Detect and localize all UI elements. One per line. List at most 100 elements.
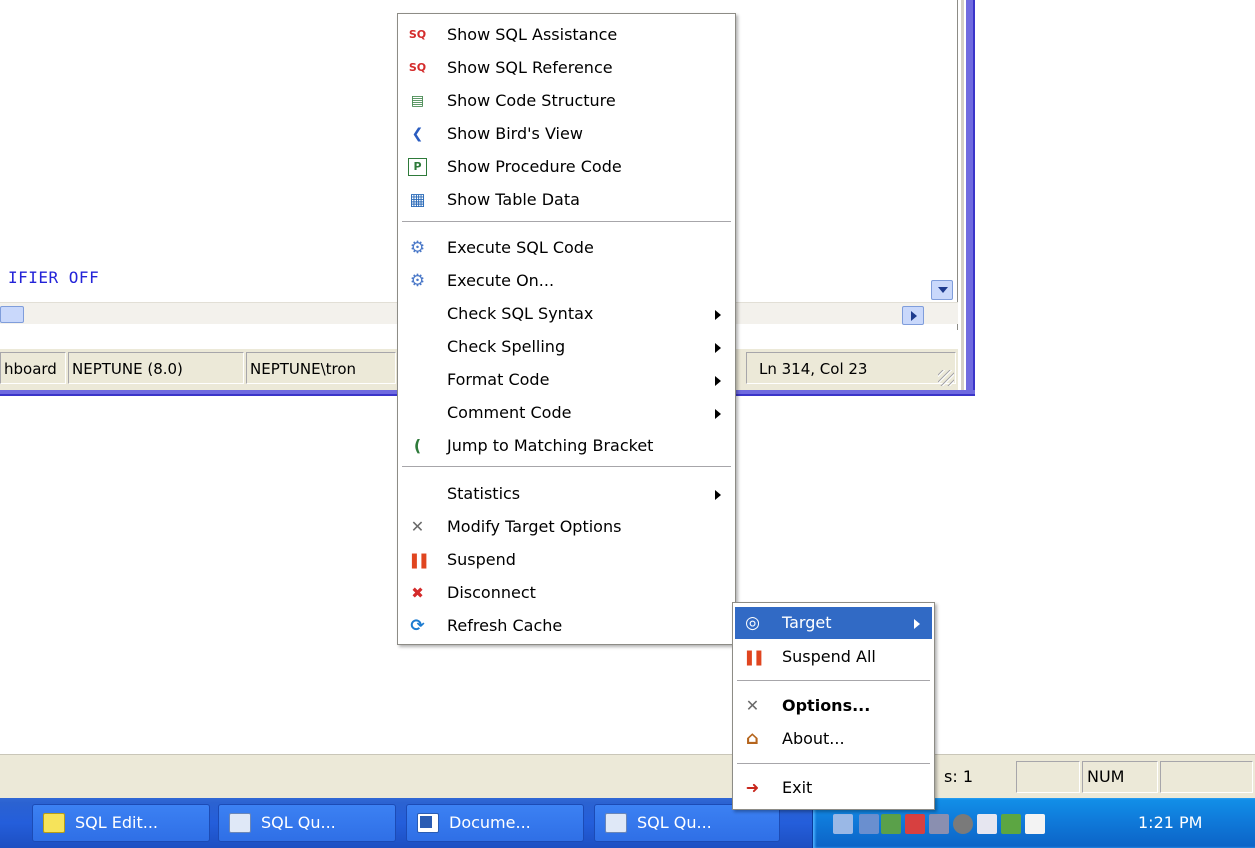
disconnect-icon: ✖ xyxy=(411,584,424,602)
taskbar-button-sql-editor[interactable]: SQL Edit... xyxy=(32,804,210,842)
menu-item-label: Suspend xyxy=(447,550,516,569)
tools-icon: ✕ xyxy=(410,517,425,536)
pause-icon: ❚❚ xyxy=(407,551,430,569)
menu-item-show-table-data[interactable]: ▦ Show Table Data xyxy=(400,184,733,216)
submenu-arrow-icon xyxy=(914,619,920,629)
menu-item-execute-on[interactable]: ⚙ Execute On... xyxy=(400,265,733,297)
menu-item-label: Show Table Data xyxy=(447,190,580,209)
menu-item-check-spelling[interactable]: Check Spelling xyxy=(400,331,733,363)
status-cursor-position: Ln 314, Col 23 xyxy=(746,352,956,384)
menu-separator xyxy=(402,221,731,223)
menu-item-show-code-structure[interactable]: ▤ Show Code Structure xyxy=(400,85,733,117)
sql-tray-icon[interactable] xyxy=(905,814,925,834)
audio-icon[interactable] xyxy=(953,814,973,834)
play-icon[interactable] xyxy=(1001,814,1021,834)
taskbar-button-label: Docume... xyxy=(449,813,531,832)
menu-item-check-sql-syntax[interactable]: Check SQL Syntax xyxy=(400,298,733,330)
menu-item-label: Execute On... xyxy=(447,271,555,290)
menu-item-comment-code[interactable]: Comment Code xyxy=(400,397,733,429)
menu-item-label: Refresh Cache xyxy=(447,616,563,635)
menu-item-label: Modify Target Options xyxy=(447,517,622,536)
scroll-down-button[interactable] xyxy=(931,280,953,300)
tools-icon: ✕ xyxy=(745,696,760,715)
sql-reference-icon: SQ xyxy=(408,61,427,74)
tray-menu-item-target[interactable]: ◎ Target xyxy=(735,607,932,639)
menu-item-label: Options... xyxy=(782,696,871,715)
table-data-icon: ▦ xyxy=(409,190,426,210)
sql-query-icon xyxy=(229,813,251,833)
app-status-bar: s: 1 NUM xyxy=(0,754,1255,798)
taskbar-button-label: SQL Qu... xyxy=(261,813,336,832)
menu-item-refresh-cache[interactable]: ⟳ Refresh Cache xyxy=(400,610,733,642)
volume-muted-icon[interactable] xyxy=(929,814,949,834)
word-icon xyxy=(417,813,439,833)
menu-item-modify-target-options[interactable]: ✕ Modify Target Options xyxy=(400,511,733,543)
pen-icon[interactable] xyxy=(977,814,997,834)
chevron-down-icon xyxy=(938,287,948,293)
menu-item-show-procedure-code[interactable]: P Show Procedure Code xyxy=(400,151,733,183)
menu-item-show-sql-reference[interactable]: SQ Show SQL Reference xyxy=(400,52,733,84)
menu-item-label: Disconnect xyxy=(447,583,536,602)
status-cell-empty xyxy=(1160,761,1253,793)
resize-grip-icon[interactable] xyxy=(938,370,954,386)
target-icon: ◎ xyxy=(745,613,760,633)
clock[interactable]: 1:21 PM xyxy=(1138,798,1202,848)
tray-menu-item-exit[interactable]: ➜ Exit xyxy=(735,772,932,804)
menu-item-label: Comment Code xyxy=(447,403,572,422)
menu-item-label: Check Spelling xyxy=(447,337,566,356)
scrollbar-thumb[interactable] xyxy=(0,306,24,323)
submenu-arrow-icon xyxy=(715,409,721,419)
menu-item-execute-sql-code[interactable]: ⚙ Execute SQL Code xyxy=(400,232,733,264)
menu-item-show-birds-view[interactable]: ❮ Show Bird's View xyxy=(400,118,733,150)
menu-separator xyxy=(737,763,930,765)
menu-item-label: Target xyxy=(782,613,832,632)
submenu-arrow-icon xyxy=(715,310,721,320)
code-structure-icon: ▤ xyxy=(410,93,425,109)
status-count: s: 1 xyxy=(944,767,973,786)
menu-item-label: Show Code Structure xyxy=(447,91,616,110)
chevron-right-icon xyxy=(911,311,917,321)
menu-item-format-code[interactable]: Format Code xyxy=(400,364,733,396)
wireless-icon[interactable] xyxy=(1025,814,1045,834)
monitor-icon[interactable] xyxy=(859,814,879,834)
submenu-arrow-icon xyxy=(715,343,721,353)
menu-item-label: Show SQL Reference xyxy=(447,58,613,77)
status-user: NEPTUNE\tron xyxy=(246,352,396,384)
tray-context-menu: ◎ Target ❚❚ Suspend All ✕ Options... ⌂ A… xyxy=(732,602,935,810)
menu-item-label: Suspend All xyxy=(782,647,876,666)
menu-item-suspend[interactable]: ❚❚ Suspend xyxy=(400,544,733,576)
birds-view-icon: ❮ xyxy=(411,126,424,142)
context-menu: SQ Show SQL Assistance SQ Show SQL Refer… xyxy=(397,13,736,645)
submenu-arrow-icon xyxy=(715,376,721,386)
taskbar-button-sql-query[interactable]: SQL Qu... xyxy=(218,804,396,842)
procedure-code-icon: P xyxy=(408,158,427,176)
gear-icon: ⚙ xyxy=(409,238,426,258)
network-icon[interactable] xyxy=(833,814,853,834)
tray-menu-item-about[interactable]: ⌂ About... xyxy=(735,723,932,755)
network-connection-icon[interactable] xyxy=(881,814,901,834)
sql-assistance-icon: SQ xyxy=(408,28,427,41)
menu-item-label: Statistics xyxy=(447,484,521,503)
tray-menu-item-options[interactable]: ✕ Options... xyxy=(735,690,932,722)
menu-item-label: Format Code xyxy=(447,370,550,389)
menu-item-label: About... xyxy=(782,729,845,748)
menu-item-label: Show SQL Assistance xyxy=(447,25,618,44)
refresh-icon: ⟳ xyxy=(410,616,425,636)
menu-item-label: Show Bird's View xyxy=(447,124,583,143)
scroll-right-button[interactable] xyxy=(902,306,924,325)
tray-menu-item-suspend-all[interactable]: ❚❚ Suspend All xyxy=(735,641,932,673)
menu-item-label: Jump to Matching Bracket xyxy=(447,436,654,455)
menu-item-jump-to-matching-bracket[interactable]: ( Jump to Matching Bracket xyxy=(400,430,733,462)
menu-separator xyxy=(737,680,930,682)
menu-item-show-sql-assistance[interactable]: SQ Show SQL Assistance xyxy=(400,19,733,51)
menu-item-label: Execute SQL Code xyxy=(447,238,594,257)
taskbar-button-document[interactable]: Docume... xyxy=(406,804,584,842)
notepad-icon xyxy=(43,813,65,833)
menu-separator xyxy=(402,466,731,468)
submenu-arrow-icon xyxy=(715,490,721,500)
taskbar: SQL Edit... SQL Qu... Docume... SQL Qu..… xyxy=(0,798,1255,848)
menu-item-disconnect[interactable]: ✖ Disconnect xyxy=(400,577,733,609)
status-num-lock: NUM xyxy=(1082,761,1158,793)
menu-item-statistics[interactable]: Statistics xyxy=(400,478,733,510)
status-cell-empty xyxy=(1016,761,1080,793)
